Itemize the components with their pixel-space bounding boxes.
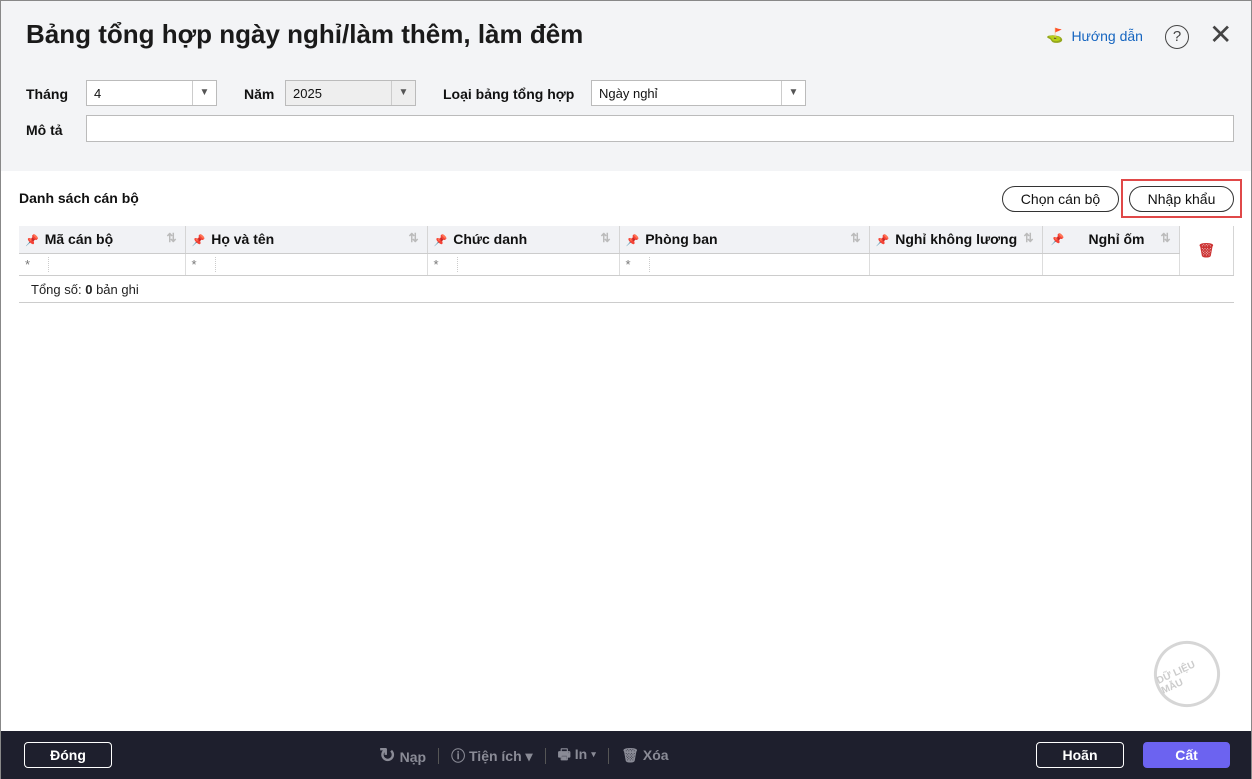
trash-icon: 🗑 <box>621 747 639 763</box>
help-label: Hướng dẫn <box>1071 27 1143 44</box>
delete-button[interactable]: 🗑 Xóa <box>621 747 668 764</box>
col-ma-can-bo[interactable]: 📌 Mã cán bộ ⇅ <box>19 226 186 254</box>
table-header: 📌 Mã cán bộ ⇅ 📌 Họ và tên ⇅ 📌 Chức danh ⇅ 📌 Phò… <box>19 226 1234 276</box>
question-icon[interactable]: ? <box>1165 25 1189 49</box>
year-label: Năm <box>244 86 275 102</box>
col-label: Chức danh <box>453 231 528 248</box>
list-title: Danh sách cán bộ <box>19 190 139 206</box>
year-value: 2025 <box>293 85 322 101</box>
desc-label: Mô tả <box>26 122 63 138</box>
divider <box>19 302 1234 303</box>
reload-button[interactable]: ↻ Nạp <box>379 743 426 768</box>
separator <box>608 747 610 764</box>
separator <box>544 747 546 764</box>
utilities-label: Tiện ích <box>469 747 522 764</box>
filter-row: * * * * <box>19 253 1234 276</box>
filter-star: * <box>192 256 216 272</box>
col-chuc-danh[interactable]: 📌 Chức danh ⇅ <box>427 226 620 254</box>
pin-icon[interactable]: 📌 <box>626 235 640 247</box>
type-select[interactable]: Ngày nghỉ ▼ <box>591 80 806 106</box>
chevron-down-icon[interactable]: ▼ <box>192 81 216 105</box>
col-label: Phòng ban <box>645 231 718 248</box>
filter-cell[interactable]: * <box>185 253 428 276</box>
desc-input[interactable] <box>86 115 1234 142</box>
month-value: 4 <box>94 85 102 101</box>
info-icon: ⓘ <box>451 747 466 764</box>
chevron-down-icon[interactable]: ▼ <box>391 81 415 105</box>
pin-icon[interactable]: 📌 <box>192 235 206 247</box>
print-button[interactable]: 🖶 In ▾ <box>558 744 597 768</box>
sample-data-watermark: DỮ LIỆU MẪU <box>1143 630 1231 718</box>
type-label: Loại bảng tổng hợp <box>443 86 575 102</box>
chevron-down-icon[interactable]: ▼ <box>781 81 805 105</box>
col-nghi-khong-luong[interactable]: 📌 Nghỉ không lương ⇅ <box>869 226 1043 254</box>
sort-icon[interactable]: ⇅ <box>166 231 176 245</box>
utilities-button[interactable]: ⓘ Tiện ích ▾ <box>451 746 532 766</box>
pin-icon[interactable]: 📌 <box>876 235 890 247</box>
total-count: 0 <box>85 282 93 297</box>
close-button[interactable]: Đóng <box>24 742 112 768</box>
help-link[interactable]: ⛳ Hướng dẫn <box>1046 27 1143 44</box>
pin-icon[interactable]: 📌 <box>434 235 448 247</box>
sort-icon[interactable]: ⇅ <box>1023 231 1033 245</box>
pin-icon[interactable]: 📌 <box>1051 233 1065 246</box>
col-ho-ten[interactable]: 📌 Họ và tên ⇅ <box>185 226 428 254</box>
month-select[interactable]: 4 ▼ <box>86 80 217 106</box>
page-title: Bảng tổng hợp ngày nghỉ/làm thêm, làm đê… <box>26 19 584 49</box>
sort-icon[interactable]: ⇅ <box>850 231 860 245</box>
delete-column-icon[interactable]: 🗑 <box>1179 226 1234 276</box>
col-label: Nghỉ ốm <box>1088 231 1145 248</box>
signpost-icon: ⛳ <box>1046 27 1064 43</box>
print-label: In <box>574 745 588 762</box>
filter-star: * <box>626 256 650 272</box>
filter-star: * <box>25 256 49 272</box>
year-select[interactable]: 2025 ▼ <box>285 80 416 106</box>
delete-label: Xóa <box>642 747 669 763</box>
refresh-icon: ↻ <box>379 745 396 767</box>
filter-cell[interactable]: * <box>619 253 870 276</box>
filter-star: * <box>434 256 458 272</box>
col-phong-ban[interactable]: 📌 Phòng ban ⇅ <box>619 226 870 254</box>
printer-icon: 🖶 <box>557 745 571 762</box>
filter-cell[interactable] <box>1042 253 1180 276</box>
total-records: Tổng số: 0 bản ghi <box>31 282 139 297</box>
month-label: Tháng <box>26 86 68 102</box>
sort-icon[interactable]: ⇅ <box>1160 231 1170 245</box>
pin-icon[interactable]: 📌 <box>25 235 39 247</box>
close-icon[interactable]: ✕ <box>1209 21 1232 49</box>
filter-cell[interactable]: * <box>19 253 186 276</box>
col-label: Nghỉ không lương <box>895 231 1018 248</box>
cancel-button[interactable]: Hoãn <box>1036 742 1124 768</box>
filter-cell[interactable]: * <box>427 253 620 276</box>
footer-bar: Đóng ↻ Nạp ⓘ Tiện ích ▾ 🖶 In ▾ 🗑 Xóa Hoã… <box>1 731 1251 779</box>
sort-icon[interactable]: ⇅ <box>408 231 418 245</box>
total-prefix: Tổng số: <box>31 282 82 297</box>
highlight-box <box>1121 179 1242 218</box>
col-label: Mã cán bộ <box>44 231 114 248</box>
total-suffix: bản ghi <box>96 282 139 297</box>
sort-icon[interactable]: ⇅ <box>600 231 610 245</box>
filter-cell[interactable] <box>869 253 1043 276</box>
choose-staff-button[interactable]: Chọn cán bộ <box>1002 186 1119 212</box>
staff-table: 📌 Mã cán bộ ⇅ 📌 Họ và tên ⇅ 📌 Chức danh ⇅ 📌 Phò… <box>19 226 1234 276</box>
col-label: Họ và tên <box>211 231 275 248</box>
type-value: Ngày nghỉ <box>599 85 658 101</box>
separator <box>438 747 440 764</box>
col-nghi-om[interactable]: 📌 Nghỉ ốm ⇅ <box>1042 226 1180 254</box>
save-button[interactable]: Cất <box>1143 742 1230 768</box>
reload-label: Nạp <box>399 749 427 765</box>
